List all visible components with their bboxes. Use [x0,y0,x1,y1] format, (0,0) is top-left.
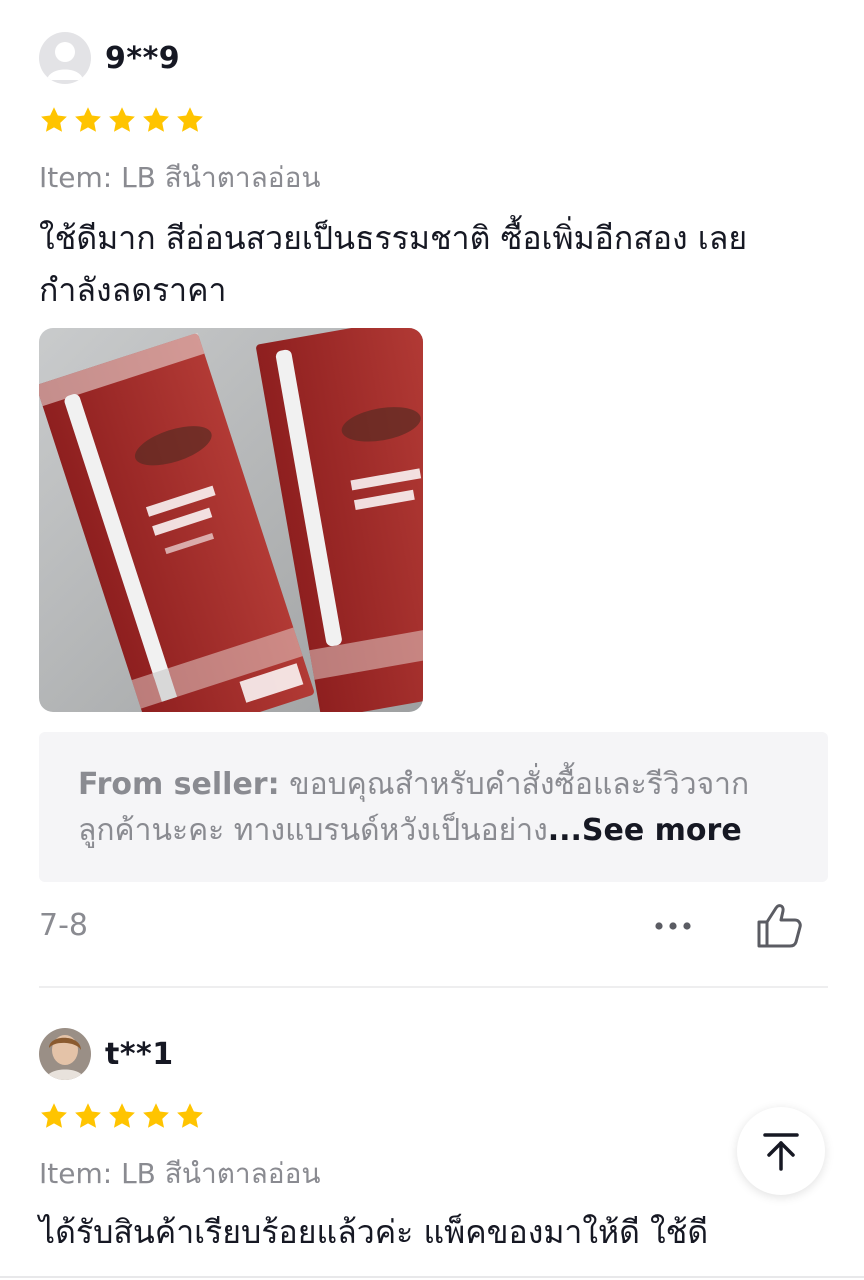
star-icon [177,1103,203,1128]
seller-reply-label: From seller: [78,767,280,802]
star-icon [75,107,101,132]
review-text: ใช้ดีมาก สีอ่อนสวยเป็นธรรมชาติ ซื้อเพิ่ม… [39,219,748,309]
reviewer-username[interactable]: 9**9 [105,41,180,76]
review-divider [39,986,828,988]
review-photo[interactable] [39,328,423,712]
back-to-top-button[interactable] [737,1107,825,1195]
star-icon [177,107,203,132]
star-rating [39,1101,205,1131]
reviewer-username[interactable]: t**1 [105,1037,174,1072]
star-rating [39,105,205,135]
reviewer-header[interactable]: t**1 [39,1027,174,1081]
review-footer: 7-8 [39,900,828,952]
star-icon [143,107,169,132]
eyebrow-pencil-product-photo [39,328,423,712]
star-icon [109,107,135,132]
review-text: ได้รับสินค้าเรียบร้อยแล้วค่ะ แพ็คของมาให… [39,1213,709,1251]
item-variant: Item: LB สีนำตาลอ่อน [39,161,321,194]
review-date: 7-8 [39,908,88,943]
star-icon [75,1103,101,1128]
seller-reply[interactable]: From seller: ขอบคุณสำหรับคำสั่งซื้อและรี… [39,732,828,882]
star-icon [143,1103,169,1128]
see-more-link[interactable]: ...See more [548,813,742,848]
more-horizontal-icon[interactable] [651,912,695,940]
bottom-divider [0,1276,864,1278]
star-icon [109,1103,135,1128]
star-icon [41,107,67,132]
default-avatar-icon[interactable] [39,32,91,84]
star-icon [41,1103,67,1128]
user-avatar[interactable] [39,1028,91,1080]
item-variant: Item: LB สีนำตาลอ่อน [39,1157,321,1190]
reviewer-header[interactable]: 9**9 [39,31,180,85]
seller-reply-text: From seller: ขอบคุณสำหรับคำสั่งซื้อและรี… [78,762,790,854]
thumbs-up-icon[interactable] [753,900,805,952]
arrow-up-to-top-icon [763,1133,799,1171]
